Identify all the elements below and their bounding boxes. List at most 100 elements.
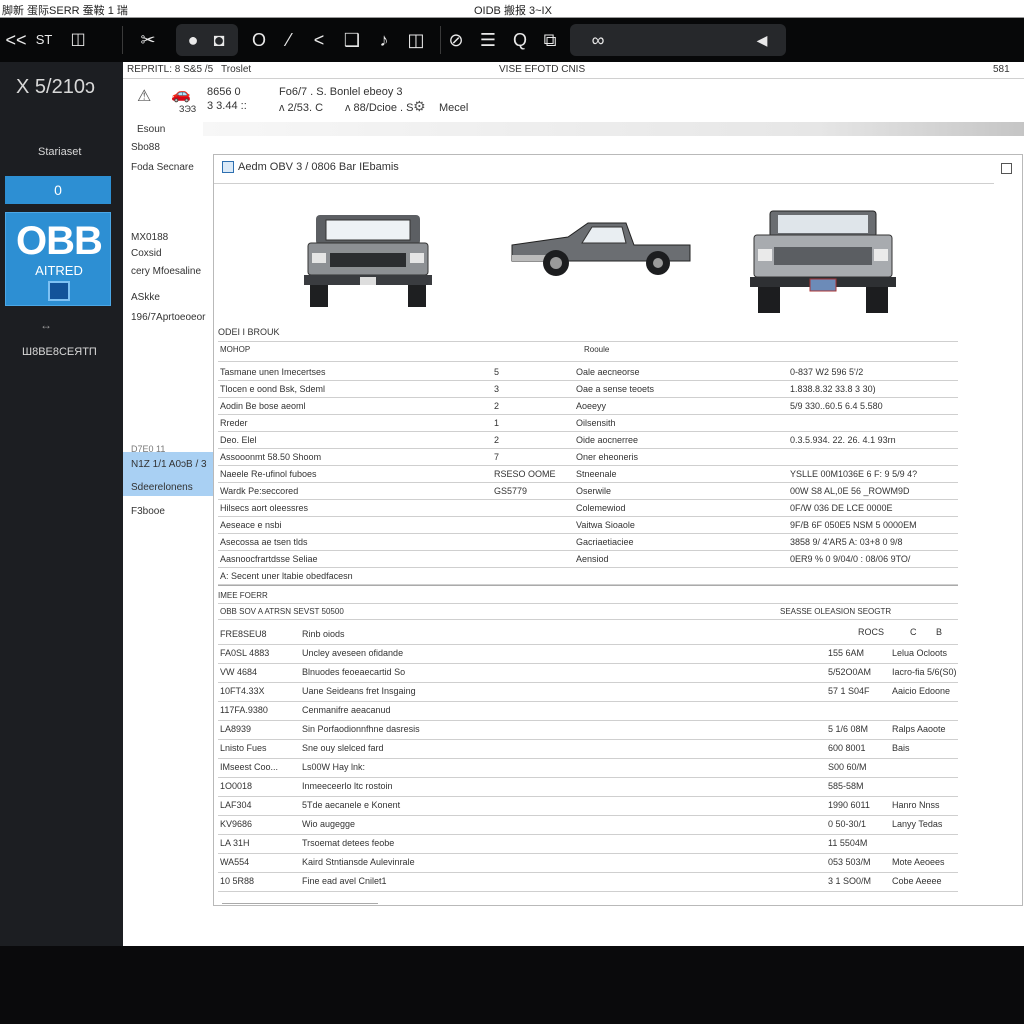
nav-item[interactable]: F3booe bbox=[131, 506, 165, 517]
table-cell: 1O0018 bbox=[220, 781, 253, 791]
header-divider bbox=[123, 78, 1024, 79]
table-cell: LA 31H bbox=[220, 838, 250, 848]
logo-subtext: AITRED bbox=[35, 263, 83, 278]
nav-item[interactable]: Sbo88 bbox=[131, 142, 160, 153]
nav-item[interactable]: ASkke bbox=[131, 292, 160, 303]
table-cell: 57 1 S04F bbox=[828, 686, 870, 696]
copy-icon[interactable]: ⧉ bbox=[538, 24, 562, 56]
logo-text: OBB bbox=[16, 219, 103, 263]
row-divider bbox=[218, 834, 958, 835]
list-icon[interactable]: ☰ bbox=[476, 24, 500, 56]
music-note-icon[interactable]: ♪ bbox=[372, 24, 396, 56]
nav-item[interactable]: cery Mfoesaline bbox=[131, 266, 201, 277]
settings-icon[interactable]: ⚙ bbox=[413, 98, 426, 115]
play-back-icon[interactable]: ◀ bbox=[750, 24, 774, 56]
nav-item[interactable]: D7E0 11 bbox=[131, 444, 165, 454]
table-cell: LA8939 bbox=[220, 724, 252, 734]
row-divider bbox=[218, 720, 958, 721]
scrollbar[interactable] bbox=[222, 903, 378, 904]
nav-item[interactable]: MX0188 bbox=[131, 232, 168, 243]
table-cell: 585-58M bbox=[828, 781, 864, 791]
table-cell: Aodin Be bose aeoml bbox=[220, 401, 306, 411]
header-model: Mecel bbox=[439, 102, 469, 114]
chevron-left-icon[interactable]: < bbox=[308, 24, 330, 56]
table-cell: Deo. Elel bbox=[220, 435, 257, 445]
table-header: МОНОР bbox=[220, 345, 251, 354]
table-cell: Bais bbox=[892, 743, 910, 753]
row-divider bbox=[218, 550, 958, 551]
breadcrumb-tab[interactable]: Troslet bbox=[221, 64, 251, 75]
table-cell: Ls00W Hay lnk: bbox=[302, 762, 366, 772]
table-cell: 0 50-30/1 bbox=[828, 819, 867, 829]
sidebar-badge[interactable]: 0 bbox=[5, 176, 111, 204]
table-cell: 2 bbox=[494, 401, 500, 411]
table-cell: Oserwile bbox=[576, 486, 612, 496]
row-divider bbox=[218, 465, 958, 466]
table-cell: 10 5R88 bbox=[220, 876, 255, 886]
table-cell: Rinb oiods bbox=[302, 629, 345, 639]
table-cell: 0F/W 036 DE LCE 0000E bbox=[790, 503, 893, 513]
nav-item-selected[interactable]: N1Z 1/1 A0ɔB / 3 bbox=[131, 459, 207, 470]
row-divider bbox=[218, 777, 958, 778]
nav-item[interactable]: Sdeerelonens bbox=[131, 482, 193, 493]
resize-arrow-icon[interactable]: ↔ bbox=[40, 318, 52, 332]
table-cell: Wardk Pe:seccored bbox=[220, 486, 299, 496]
table-cell: 5/9 330..60.5 6.4 5.580 bbox=[790, 401, 883, 411]
table-cell: Lelua Ocloots bbox=[892, 648, 948, 658]
text-icon[interactable]: ◫ bbox=[404, 24, 428, 56]
table-cell: 5 1/6 08M bbox=[828, 724, 869, 734]
table-cell: LAF304 bbox=[220, 800, 252, 810]
table-cell: Oilsensith bbox=[576, 418, 616, 428]
header-value-e: ᴧ 2/53. C bbox=[279, 102, 324, 114]
header-value-f: ᴧ 88/Dcioe . S bbox=[345, 102, 414, 114]
nav-text-button[interactable]: ST bbox=[32, 24, 56, 56]
row-divider bbox=[218, 739, 958, 740]
circle-icon[interactable]: O bbox=[248, 24, 270, 56]
record-icon[interactable]: ● bbox=[180, 24, 206, 56]
warning-icon[interactable]: ⚠ bbox=[137, 86, 151, 106]
table-cell: Hilsecs aort oleessres bbox=[220, 503, 309, 513]
car-icon[interactable]: 🚗 bbox=[171, 84, 191, 104]
table-cell: 3858 9/ 4'AR5 A: 03+8 0 9/8 bbox=[790, 537, 903, 547]
device-icon[interactable]: ◘ bbox=[206, 24, 232, 56]
table-cell: Aaicio Edoone bbox=[892, 686, 951, 696]
table-cell: 00W S8 AL,0E 56 _ROWM9D bbox=[790, 486, 910, 496]
table-cell: Colemewiod bbox=[576, 503, 626, 513]
table2-column: C bbox=[910, 627, 917, 637]
table-cell: Vaitwa Sioaole bbox=[576, 520, 635, 530]
row-divider bbox=[218, 682, 958, 683]
table-cell: Sin Porfaodionnfhne dasresis bbox=[302, 724, 420, 734]
square-icon[interactable]: ❑ bbox=[340, 24, 364, 56]
panel-title: Aedm OBV 3 / 0806 Bar IEbamis bbox=[222, 161, 399, 174]
main-content: REPRITL: 8 S&5 /5 Troslet VISE EFOTD CNI… bbox=[123, 62, 1024, 946]
nav-item[interactable]: 196/7Aprtoeoeor bbox=[131, 312, 206, 323]
cut-icon[interactable]: ✂ bbox=[128, 24, 168, 56]
table-cell: 10FT4.33X bbox=[220, 686, 265, 696]
slash-icon[interactable]: ⁄ bbox=[278, 24, 300, 56]
link-icon[interactable]: ∞ bbox=[584, 24, 612, 56]
nav-item[interactable]: Foda Secnare bbox=[131, 162, 194, 173]
table-cell: A: Secent uner ltabie obedfacesn bbox=[220, 571, 353, 581]
table-cell: 7 bbox=[494, 452, 500, 462]
panel-toggle-icon[interactable]: ◫ bbox=[64, 24, 92, 56]
page-title: VISE EFOTD CNIS bbox=[499, 64, 586, 75]
search-icon[interactable]: Q bbox=[508, 24, 532, 56]
table-cell: Blnuodes feoeaecartid So bbox=[302, 667, 406, 677]
main-toolbar: << ST ◫ ✂ ● ◘ O ⁄ < ❑ ♪ ◫ ⊘ ☰ Q ⧉ ∞ ◀ bbox=[0, 18, 1024, 62]
table-cell: 5/52O0AM bbox=[828, 667, 872, 677]
panel-icon bbox=[222, 161, 234, 174]
block-icon[interactable]: ⊘ bbox=[444, 24, 468, 56]
nav-item[interactable]: Coxsid bbox=[131, 248, 162, 259]
row-divider bbox=[218, 499, 958, 500]
table-cell: Uane Seideans fret Insgaing bbox=[302, 686, 416, 696]
table-cell: GS5779 bbox=[494, 486, 528, 496]
table-cell: Trsoemat detees feobe bbox=[302, 838, 395, 848]
table-cell: Asecossa ae tsen tlds bbox=[220, 537, 308, 547]
maximize-icon[interactable] bbox=[1001, 163, 1012, 174]
table-divider bbox=[218, 585, 958, 586]
back-icon[interactable]: << bbox=[4, 24, 28, 56]
table-cell: 2 bbox=[494, 435, 500, 445]
row-divider bbox=[218, 853, 958, 854]
table-cell: Aasnoocfrartdsse Seliae bbox=[220, 554, 318, 564]
section-bar bbox=[203, 122, 1024, 136]
